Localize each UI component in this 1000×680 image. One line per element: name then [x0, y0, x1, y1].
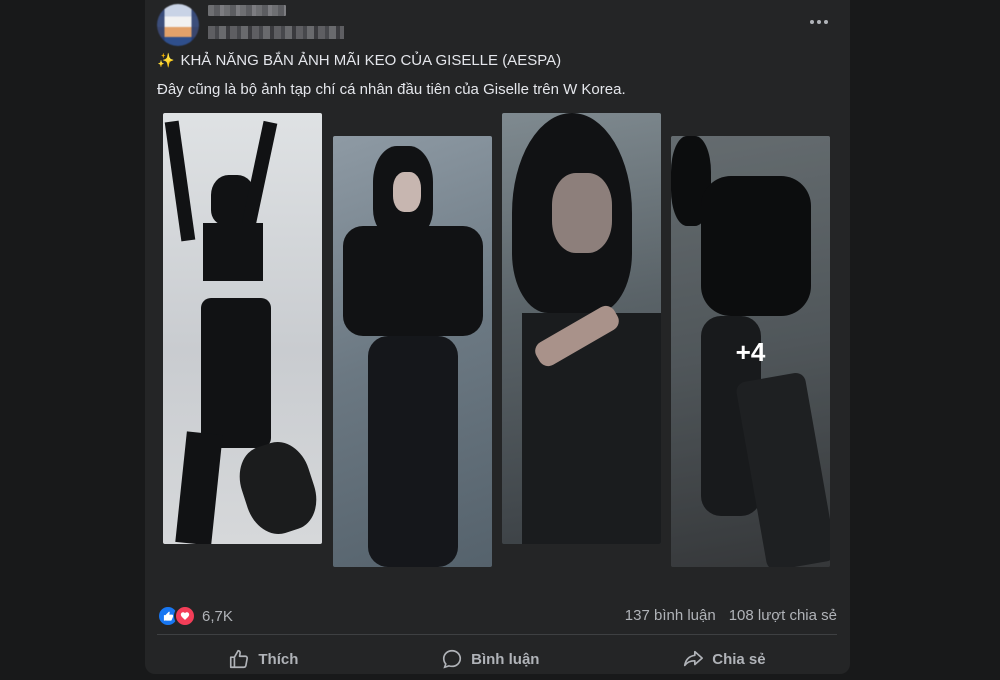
more-options-icon[interactable]	[807, 12, 831, 32]
reaction-count: 6,7K	[202, 607, 233, 625]
post-title: ✨ KHẢ NĂNG BẮN ẢNH MÃI KEO CỦA GISELLE (A…	[157, 52, 561, 69]
share-button[interactable]: Chia sẻ	[652, 644, 795, 674]
post-title-text: KHẢ NĂNG BẮN ẢNH MÃI KEO CỦA GISELLE (AE…	[180, 52, 562, 69]
sparkles-icon: ✨	[157, 52, 175, 68]
author-avatar[interactable]	[157, 4, 199, 46]
comment-label: Bình luận	[471, 650, 540, 668]
author-name-redacted[interactable]	[208, 5, 286, 16]
share-arrow-icon	[682, 648, 704, 670]
like-button[interactable]: Thích	[198, 644, 328, 674]
shares-count-link[interactable]: 108 lượt chia sẻ	[729, 607, 837, 624]
share-label: Chia sẻ	[712, 650, 766, 668]
post-card: ✨ KHẢ NĂNG BẮN ẢNH MÃI KEO CỦA GISELLE (A…	[145, 0, 850, 674]
post-photo-1[interactable]	[163, 113, 322, 544]
engagement-stats: 137 bình luận 108 lượt chia sẻ	[625, 607, 837, 624]
comments-count-link[interactable]: 137 bình luận	[625, 607, 716, 624]
comment-button[interactable]: Bình luận	[411, 644, 569, 674]
reaction-summary[interactable]: 6,7K	[157, 605, 233, 627]
post-photo-2[interactable]	[333, 136, 492, 567]
love-reaction-icon	[174, 605, 196, 627]
post-photo-4[interactable]: +4	[671, 136, 830, 567]
post-actions: Thích Bình luận Chia sẻ	[157, 642, 837, 676]
post-text: Đây cũng là bộ ảnh tạp chí cá nhân đầu t…	[157, 81, 626, 98]
thumbs-up-icon	[228, 648, 250, 670]
post-photo-3[interactable]	[502, 113, 661, 544]
speech-bubble-icon	[441, 648, 463, 670]
more-photos-overlay[interactable]: +4	[671, 136, 830, 567]
post-meta-redacted	[208, 26, 344, 39]
like-label: Thích	[258, 650, 299, 668]
more-photos-count: +4	[735, 337, 766, 367]
divider	[157, 634, 837, 635]
